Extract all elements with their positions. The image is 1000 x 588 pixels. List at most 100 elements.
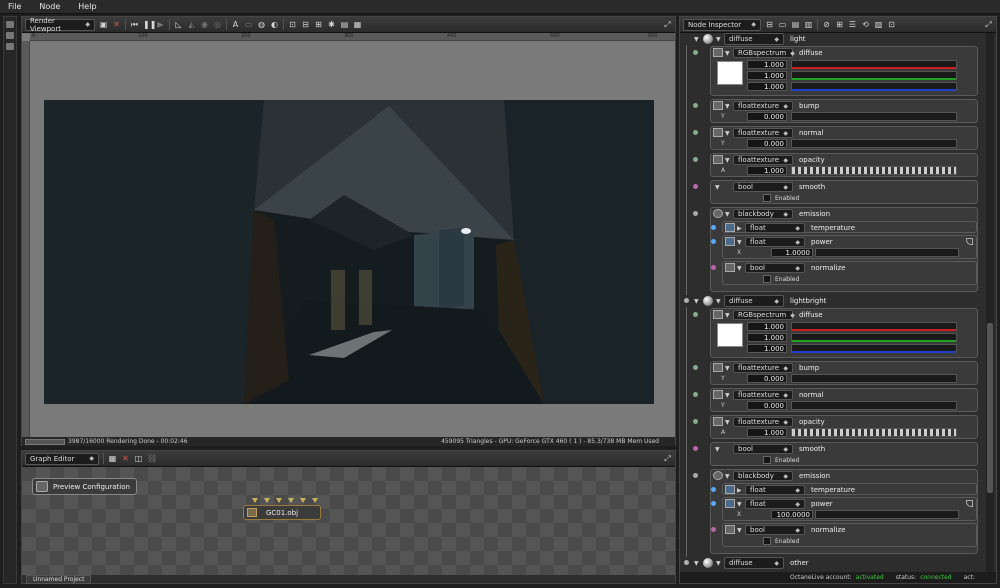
pick-focus-icon[interactable]: ◺ xyxy=(174,20,183,29)
pin-type-select[interactable]: bool ◆ xyxy=(733,182,793,192)
input-pin[interactable] xyxy=(300,498,306,503)
collapse-triangle-icon[interactable]: ▼ xyxy=(715,184,720,191)
pin-type-select[interactable]: bool ◆ xyxy=(745,525,805,535)
bump-slider[interactable] xyxy=(791,374,957,383)
camera-icon[interactable]: ◐ xyxy=(270,20,279,29)
red-value[interactable]: 1.000 xyxy=(747,60,787,69)
power-slider[interactable] xyxy=(815,248,959,257)
collapse-triangle-icon[interactable]: ▼ xyxy=(737,527,742,534)
smooth-checkbox[interactable] xyxy=(763,194,771,202)
pin-type-select[interactable]: floattexture ◆ xyxy=(733,417,793,427)
collapse-triangle-icon[interactable]: ▼ xyxy=(694,36,699,43)
folder-icon[interactable]: ▭ xyxy=(244,20,253,29)
blue-slider[interactable] xyxy=(791,344,957,353)
pin-type-select[interactable]: float ◆ xyxy=(745,237,805,247)
collapse-triangle-icon[interactable]: ▼ xyxy=(725,211,730,218)
tool-button-2[interactable] xyxy=(6,32,14,39)
collapse-triangle-icon[interactable]: ▼ xyxy=(716,298,721,305)
pick-object-icon[interactable]: ◎ xyxy=(213,20,222,29)
collapse-triangle-icon[interactable]: ▶ xyxy=(737,487,742,494)
material-type-select[interactable]: diffuse ◆ xyxy=(724,295,784,307)
menu-file[interactable]: File xyxy=(0,2,30,11)
collapse-triangle-icon[interactable]: ▼ xyxy=(725,312,730,319)
normal-slider[interactable] xyxy=(791,401,957,410)
float-icon[interactable] xyxy=(725,223,735,232)
lock-icon[interactable]: ▣ xyxy=(99,20,108,29)
restart-icon[interactable]: ⏮ xyxy=(130,20,139,29)
normalize-checkbox[interactable] xyxy=(763,537,771,545)
collapse-triangle-icon[interactable]: ▼ xyxy=(725,130,730,137)
export-icon[interactable]: ⊡ xyxy=(887,20,896,29)
clear-icon[interactable]: ✕ xyxy=(112,20,121,29)
pin-type-select[interactable]: blackbody ◆ xyxy=(733,471,793,481)
inspector-scrollbar[interactable] xyxy=(986,33,994,573)
pin-type-select[interactable]: floattexture ◆ xyxy=(733,128,793,138)
text-icon[interactable]: A xyxy=(231,20,240,29)
emission-icon[interactable] xyxy=(713,471,723,480)
menu-help[interactable]: Help xyxy=(69,2,105,11)
opacity-slider[interactable] xyxy=(791,166,957,175)
image-icon[interactable] xyxy=(713,128,723,137)
input-pin[interactable] xyxy=(264,498,270,503)
tool-button-1[interactable] xyxy=(6,21,14,28)
collapse-triangle-icon[interactable]: ▼ xyxy=(725,419,730,426)
image-icon[interactable] xyxy=(713,155,723,164)
curve-icon[interactable] xyxy=(966,238,973,245)
collapse-triangle-icon[interactable]: ▼ xyxy=(737,239,742,246)
blue-value[interactable]: 1.000 xyxy=(747,344,787,353)
collapse-triangle-icon[interactable]: ▼ xyxy=(725,473,730,480)
input-pin[interactable] xyxy=(288,498,294,503)
grid-icon[interactable]: ▦ xyxy=(108,454,117,463)
green-value[interactable]: 1.000 xyxy=(747,71,787,80)
globe-icon[interactable]: ◍ xyxy=(257,20,266,29)
gear-icon[interactable]: ✱ xyxy=(327,20,336,29)
image-icon[interactable] xyxy=(713,363,723,372)
list-icon[interactable]: ☰ xyxy=(848,20,857,29)
power-value[interactable]: 1.0000 xyxy=(771,248,813,257)
graph-canvas[interactable]: Preview Configuration GC01.obj xyxy=(22,467,675,575)
grid-icon[interactable]: ⊞ xyxy=(835,20,844,29)
load-icon[interactable]: ▥ xyxy=(804,20,813,29)
scrollbar-thumb[interactable] xyxy=(987,323,993,493)
pin-type-select[interactable]: float ◆ xyxy=(745,499,805,509)
collapse-triangle-icon[interactable]: ▼ xyxy=(725,103,730,110)
folder-icon[interactable] xyxy=(713,310,723,319)
normalize-checkbox[interactable] xyxy=(763,275,771,283)
green-value[interactable]: 1.000 xyxy=(747,333,787,342)
float-icon[interactable] xyxy=(725,499,735,508)
viewport-canvas[interactable]: 0 100 200 300 400 500 600 xyxy=(22,33,675,437)
red-slider[interactable] xyxy=(791,322,957,331)
float-icon[interactable] xyxy=(725,485,735,494)
collapse-triangle-icon[interactable]: ▼ xyxy=(725,50,730,57)
folder-icon[interactable] xyxy=(713,48,723,57)
red-value[interactable]: 1.000 xyxy=(747,322,787,331)
layout-icon[interactable]: ◫ xyxy=(134,454,143,463)
pin-type-select[interactable]: float ◆ xyxy=(745,223,805,233)
pin-type-select[interactable]: float ◆ xyxy=(745,485,805,495)
image-icon[interactable] xyxy=(713,417,723,426)
collapse-triangle-icon[interactable]: ▼ xyxy=(725,157,730,164)
material-type-select[interactable]: diffuse ◆ xyxy=(724,557,784,569)
project-tab[interactable]: Unnamed Project xyxy=(26,575,92,584)
normal-slider[interactable] xyxy=(791,139,957,148)
blue-slider[interactable] xyxy=(791,82,957,91)
lock-2-icon[interactable]: ▤ xyxy=(340,20,349,29)
inspector-select[interactable]: Node Inspector ◆ xyxy=(683,18,761,31)
green-slider[interactable] xyxy=(791,333,957,342)
collapse-triangle-icon[interactable]: ▼ xyxy=(725,392,730,399)
pin-type-select[interactable]: floattexture ◆ xyxy=(733,390,793,400)
material-header[interactable]: ▼ ▼ diffuse ◆ lightbright xyxy=(682,295,984,307)
collapse-triangle-icon[interactable]: ▶ xyxy=(737,225,742,232)
opacity-value[interactable]: 1.000 xyxy=(747,428,787,437)
material-header[interactable]: ▼ ▼ diffuse ◆ light xyxy=(682,33,984,45)
maximize-icon[interactable]: ⤢ xyxy=(984,20,993,29)
normal-value[interactable]: 0.000 xyxy=(747,139,787,148)
viewport-lock-icon[interactable]: ▦ xyxy=(353,20,362,29)
collapse-triangle-icon[interactable]: ▼ xyxy=(737,501,742,508)
color-swatch[interactable] xyxy=(717,323,743,347)
input-pin[interactable] xyxy=(312,498,318,503)
collapse-triangle-icon[interactable]: ▼ xyxy=(716,560,721,567)
float-icon[interactable] xyxy=(725,237,735,246)
input-pin[interactable] xyxy=(276,498,282,503)
material-type-select[interactable]: diffuse ◆ xyxy=(724,33,784,45)
